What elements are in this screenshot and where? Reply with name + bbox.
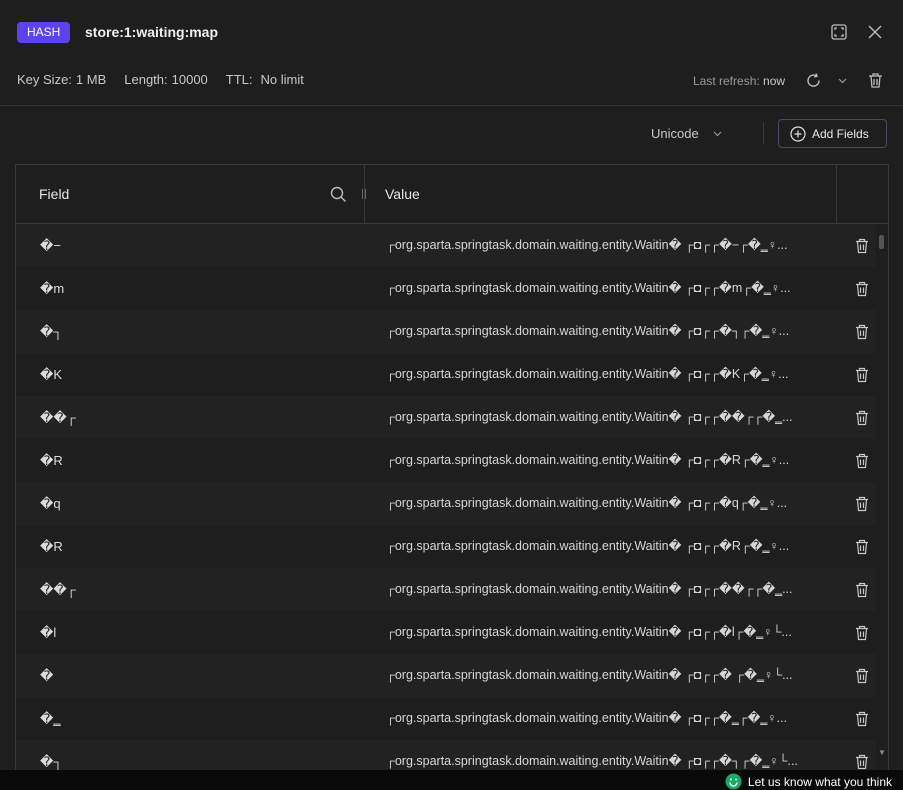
footer-bar: Let us know what you think	[0, 770, 903, 790]
value-cell[interactable]: ┌org.sparta.springtask.domain.waiting.en…	[386, 224, 826, 267]
hash-fields-table: Field Value �− ┌org.sparta.springtask.dom…	[15, 164, 889, 770]
table-row[interactable]: �R ┌org.sparta.springtask.domain.waiting.…	[16, 525, 876, 568]
delete-field-icon[interactable]	[848, 697, 876, 740]
length-label: Length:	[124, 72, 168, 87]
table-header: Field Value	[16, 165, 888, 224]
value-cell[interactable]: ┌org.sparta.springtask.domain.waiting.en…	[386, 568, 826, 611]
value-cell[interactable]: ┌org.sparta.springtask.domain.waiting.en…	[386, 396, 826, 439]
table-row[interactable]: �− ┌org.sparta.springtask.domain.waiting.…	[16, 224, 876, 267]
toolbar-separator	[763, 122, 764, 144]
table-row[interactable]: �m ┌org.sparta.springtask.domain.waiting.…	[16, 267, 876, 310]
key-meta: Key Size: 1 MB Length: 10000 TTL: No lim…	[17, 72, 304, 87]
value-cell[interactable]: ┌org.sparta.springtask.domain.waiting.en…	[386, 267, 826, 310]
key-size: Key Size: 1 MB	[17, 72, 106, 87]
value-cell[interactable]: ┌org.sparta.springtask.domain.waiting.en…	[386, 611, 826, 654]
table-row[interactable]: �K ┌org.sparta.springtask.domain.waiting.…	[16, 353, 876, 396]
table-row[interactable]: �┐ ┌org.sparta.springtask.domain.waiting.…	[16, 310, 876, 353]
delete-field-icon[interactable]	[848, 353, 876, 396]
encoding-value: Unicode	[651, 126, 699, 141]
field-cell[interactable]: ��┌	[40, 396, 76, 439]
auto-refresh-chevron-down-icon[interactable]	[835, 74, 849, 88]
refresh-icon[interactable]	[803, 70, 823, 90]
key-ttl[interactable]: TTL: No limit	[226, 72, 304, 87]
field-cell[interactable]: ��┌	[40, 568, 76, 611]
key-length: Length: 10000	[124, 72, 208, 87]
column-header-field: Field	[39, 186, 70, 202]
delete-field-icon[interactable]	[848, 611, 876, 654]
add-fields-label: Add Fields	[812, 126, 869, 141]
key-size-label: Key Size:	[17, 72, 72, 87]
field-cell[interactable]: �m	[40, 267, 64, 310]
chevron-down-icon	[713, 131, 722, 136]
search-icon[interactable]	[329, 185, 347, 203]
last-refresh: Last refresh: now	[693, 74, 785, 88]
delete-field-icon[interactable]	[848, 396, 876, 439]
field-cell[interactable]: �−	[40, 224, 61, 267]
feedback-link[interactable]: Let us know what you think	[725, 773, 892, 790]
key-header: HASH store:1:waiting:map	[0, 0, 903, 62]
plus-circle-icon	[790, 125, 806, 142]
column-header-value: Value	[385, 186, 420, 202]
delete-field-icon[interactable]	[848, 654, 876, 697]
table-body: �− ┌org.sparta.springtask.domain.waiting.…	[16, 224, 876, 770]
fullscreen-icon[interactable]	[829, 22, 849, 42]
value-cell[interactable]: ┌org.sparta.springtask.domain.waiting.en…	[386, 482, 826, 525]
table-row[interactable]: �l ┌org.sparta.springtask.domain.waiting.…	[16, 611, 876, 654]
delete-field-icon[interactable]	[848, 525, 876, 568]
table-row[interactable]: �q ┌org.sparta.springtask.domain.waiting.…	[16, 482, 876, 525]
table-row[interactable]: �┐ ┌org.sparta.springtask.domain.waiting.…	[16, 740, 876, 770]
value-cell[interactable]: ┌org.sparta.springtask.domain.waiting.en…	[386, 654, 826, 697]
field-cell[interactable]: �R	[40, 439, 63, 482]
value-cell[interactable]: ┌org.sparta.springtask.domain.waiting.en…	[386, 310, 826, 353]
table-row[interactable]: �‗ ┌org.sparta.springtask.domain.waiting.…	[16, 697, 876, 740]
table-row[interactable]: � ┌org.sparta.springtask.domain.waiting.e…	[16, 654, 876, 697]
table-row[interactable]: ��┌ ┌org.sparta.springtask.domain.waiting…	[16, 568, 876, 611]
value-cell[interactable]: ┌org.sparta.springtask.domain.waiting.en…	[386, 439, 826, 482]
type-badge: HASH	[17, 22, 71, 43]
add-fields-button[interactable]: Add Fields	[778, 119, 887, 148]
encoding-select[interactable]: Unicode	[651, 126, 722, 141]
field-cell[interactable]: �	[40, 654, 53, 697]
feedback-icon	[725, 773, 742, 790]
value-cell[interactable]: ┌org.sparta.springtask.domain.waiting.en…	[386, 697, 826, 740]
delete-field-icon[interactable]	[848, 568, 876, 611]
scrollbar-thumb[interactable]	[879, 235, 884, 249]
table-row[interactable]: �R ┌org.sparta.springtask.domain.waiting.…	[16, 439, 876, 482]
delete-field-icon[interactable]	[848, 740, 876, 770]
table-row[interactable]: ��┌ ┌org.sparta.springtask.domain.waiting…	[16, 396, 876, 439]
close-icon[interactable]	[865, 22, 885, 42]
ttl-label: TTL:	[225, 72, 253, 87]
value-cell[interactable]: ┌org.sparta.springtask.domain.waiting.en…	[386, 740, 826, 770]
delete-key-icon[interactable]	[865, 70, 885, 90]
value-cell[interactable]: ┌org.sparta.springtask.domain.waiting.en…	[386, 525, 826, 568]
key-details-panel: HASH store:1:waiting:map Key Size: 1 MB …	[0, 0, 903, 770]
feedback-label: Let us know what you think	[747, 774, 892, 789]
delete-field-icon[interactable]	[848, 310, 876, 353]
scroll-down-arrow-icon[interactable]: ▼	[878, 748, 886, 757]
key-name[interactable]: store:1:waiting:map	[85, 24, 218, 40]
field-cell[interactable]: �q	[40, 482, 61, 525]
field-cell[interactable]: �‗	[40, 697, 61, 740]
header-divider	[0, 105, 903, 106]
value-cell[interactable]: ┌org.sparta.springtask.domain.waiting.en…	[386, 353, 826, 396]
field-cell[interactable]: �┐	[40, 310, 63, 353]
last-refresh-label: Last refresh:	[693, 74, 760, 88]
field-cell[interactable]: �┐	[40, 740, 63, 770]
length-value: 10000	[171, 72, 208, 87]
delete-field-icon[interactable]	[848, 482, 876, 525]
table-scrollbar[interactable]: ▼	[876, 224, 888, 770]
delete-field-icon[interactable]	[848, 224, 876, 267]
last-refresh-value: now	[763, 74, 786, 88]
field-cell[interactable]: �K	[40, 353, 62, 396]
field-cell[interactable]: �l	[40, 611, 56, 654]
delete-field-icon[interactable]	[848, 267, 876, 310]
field-cell[interactable]: �R	[40, 525, 63, 568]
key-size-value: 1 MB	[75, 72, 107, 87]
ttl-value[interactable]: No limit	[261, 72, 304, 87]
delete-field-icon[interactable]	[848, 439, 876, 482]
